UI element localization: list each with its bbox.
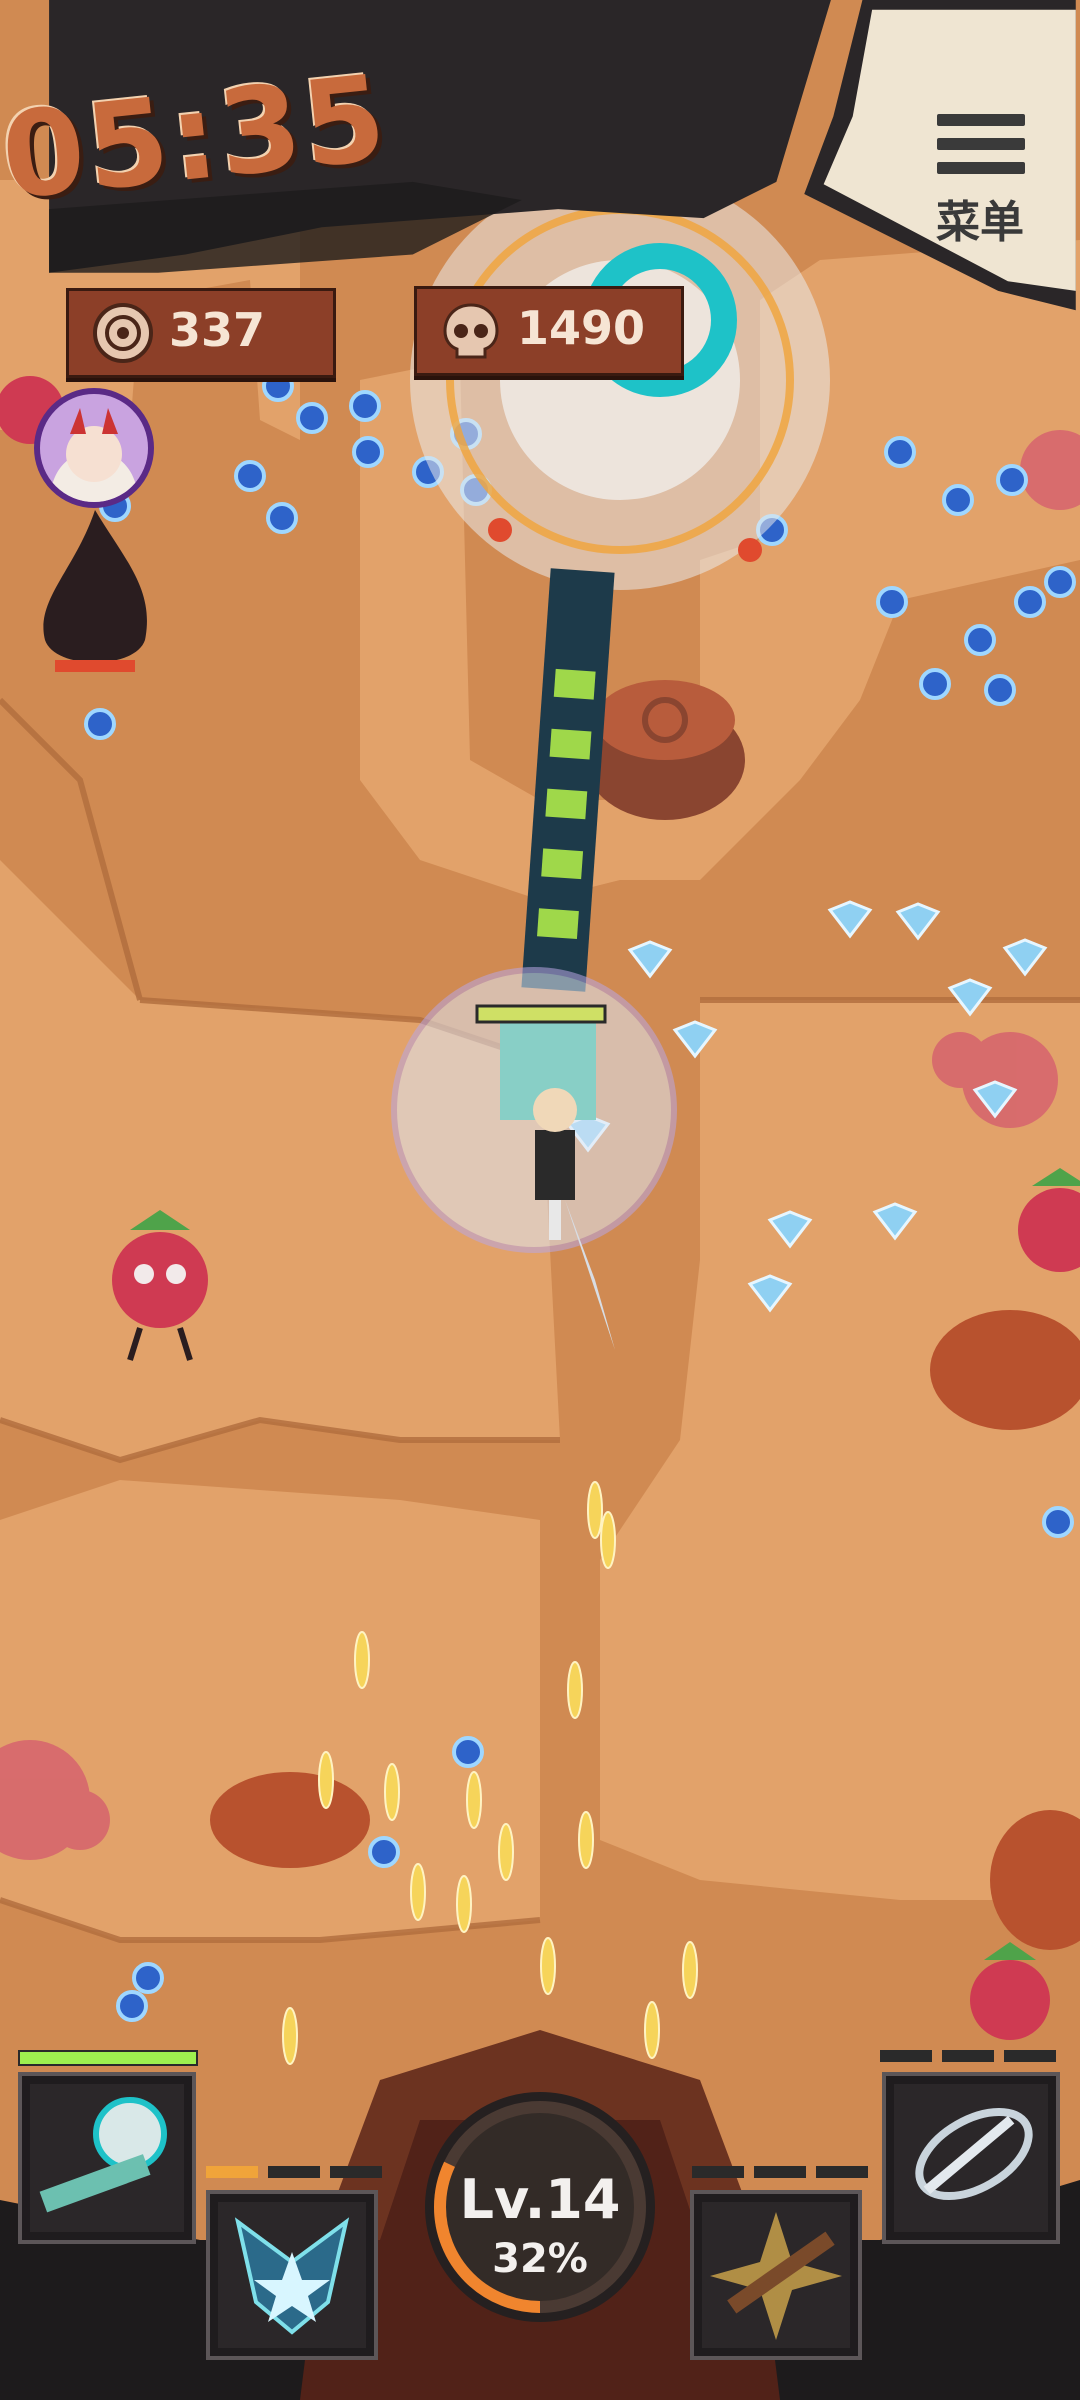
skill-slot-shotgun[interactable] [690, 2190, 862, 2360]
kill-count: 1490 [517, 301, 646, 355]
shotgun-skill-icon [710, 2212, 842, 2340]
skill-slot-inner [894, 2084, 1048, 2232]
pip [816, 2166, 868, 2178]
chainsaw-skill-icon [39, 2097, 167, 2213]
level-label: Lv.14 [459, 2168, 621, 2231]
skill-level-pips-left [206, 2166, 382, 2178]
player-health-bar [475, 1004, 607, 1024]
katana-skill-icon [915, 2107, 1033, 2201]
coin-count: 337 [169, 303, 266, 357]
pip [206, 2166, 258, 2178]
boss-avatar [34, 388, 154, 508]
level-progress-text: 32% [492, 2236, 588, 2282]
pip [1004, 2050, 1056, 2062]
hamburger-icon-bar [937, 162, 1025, 174]
pip [942, 2050, 994, 2062]
pip [692, 2166, 744, 2178]
menu-button[interactable]: 菜单 [915, 100, 1045, 250]
menu-label: 菜单 [936, 197, 1024, 248]
skill-level-pips-middle [692, 2166, 868, 2178]
player-hp-bar [18, 2050, 198, 2066]
boss-portrait [40, 394, 148, 502]
coin-counter: 337 [66, 288, 336, 378]
pip [754, 2166, 806, 2178]
kill-counter: 1490 [414, 286, 684, 376]
pip [268, 2166, 320, 2178]
hamburger-icon-bar [937, 138, 1025, 150]
skill-level-pips-right [880, 2050, 1056, 2062]
skill-slot-inner [218, 2202, 366, 2348]
pip [330, 2166, 382, 2178]
coin-eye-icon [93, 303, 153, 363]
hamburger-icon [937, 114, 1025, 126]
pip [880, 2050, 932, 2062]
skill-slot-katana[interactable] [882, 2072, 1060, 2244]
skill-slot-chainsaw[interactable] [18, 2072, 196, 2244]
skill-slot-star-crest[interactable] [206, 2190, 378, 2360]
skull-icon [443, 303, 499, 359]
tree-stump [585, 680, 745, 820]
skill-slot-inner [702, 2202, 850, 2348]
star-crest-skill-icon [234, 2217, 350, 2335]
skill-slot-inner [30, 2084, 184, 2232]
